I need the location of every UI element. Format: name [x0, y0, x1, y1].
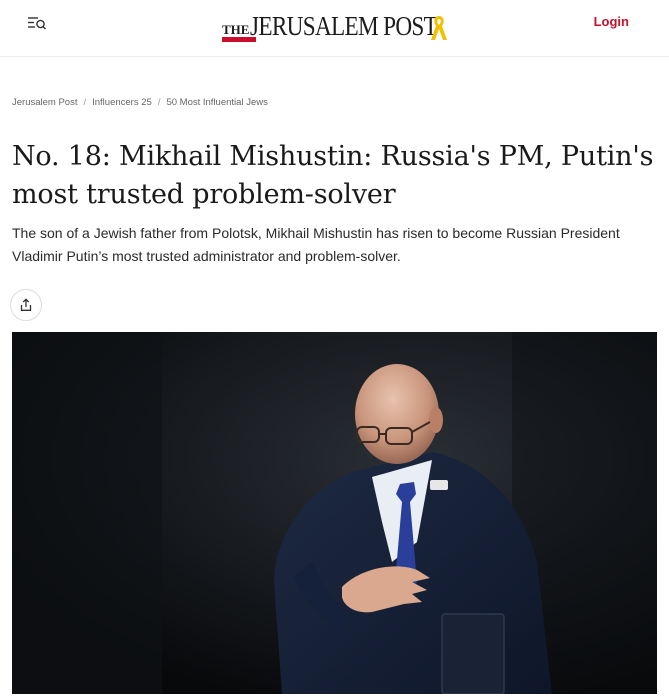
logo-wordmark: JERUSALEM POST [250, 10, 438, 41]
login-link[interactable]: Login [594, 14, 629, 29]
hero-photo [12, 332, 657, 694]
article-title: No. 18: Mikhail Mishustin: Russia's PM, … [12, 141, 654, 210]
breadcrumb: Jerusalem Post / Influencers 25 / 50 Mos… [12, 97, 268, 108]
site-logo[interactable]: THE JERUSALEM POST [222, 8, 452, 44]
breadcrumb-item-influencers-25[interactable]: Influencers 25 [92, 97, 152, 108]
breadcrumb-separator: / [83, 97, 87, 108]
site-header: THE JERUSALEM POST Login [0, 0, 669, 57]
menu-search-button[interactable] [24, 12, 50, 34]
page: THE JERUSALEM POST Login Jerusalem Post … [0, 0, 669, 700]
share-icon [20, 298, 32, 311]
article-subtitle: The son of a Jewish father from Polotsk,… [12, 225, 620, 264]
yellow-ribbon-icon [431, 16, 447, 40]
logo-the: THE [222, 17, 256, 42]
share-button[interactable] [10, 289, 42, 321]
breadcrumb-item-50-most-influential[interactable]: 50 Most Influential Jews [166, 97, 267, 108]
breadcrumb-item-jerusalem-post[interactable]: Jerusalem Post [12, 97, 77, 108]
menu-search-icon [28, 17, 46, 30]
breadcrumb-separator: / [157, 97, 161, 108]
